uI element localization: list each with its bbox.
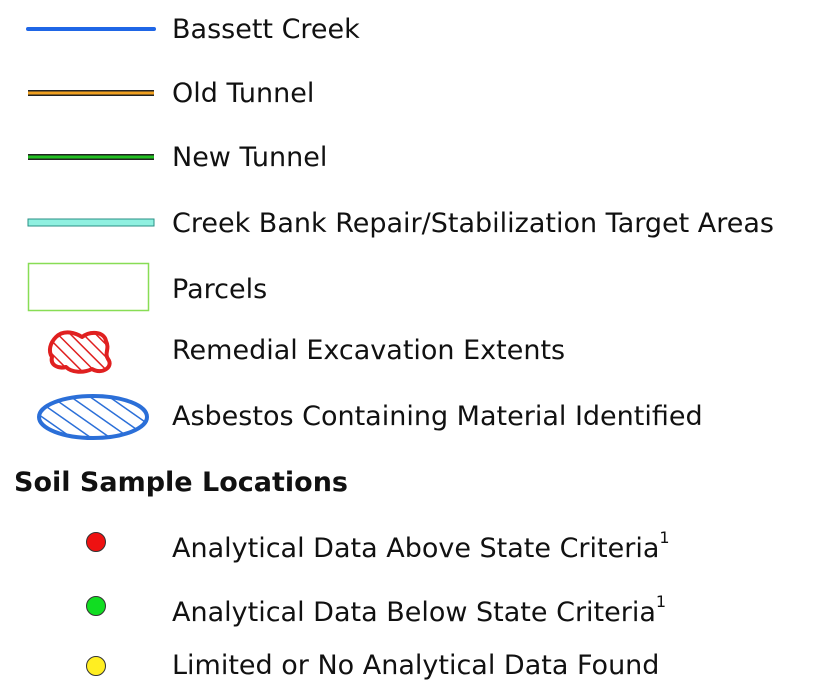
legend-item-asbestos: Asbestos Containing Material Identified xyxy=(0,389,829,445)
legend-item-remedial-excavation: Remedial Excavation Extents xyxy=(0,323,829,379)
cyan-band-icon xyxy=(27,218,155,227)
legend-item-parcels: Parcels xyxy=(0,262,829,318)
sample-item-limited-data: Limited or No Analytical Data Found xyxy=(0,638,829,694)
parcel-rectangle-icon xyxy=(27,262,150,312)
yellow-dot-icon xyxy=(86,656,106,676)
blue-hatched-ellipse-icon xyxy=(37,394,149,440)
footnote-marker: 1 xyxy=(655,592,667,611)
legend-item-label: New Tunnel xyxy=(172,142,328,173)
legend-item-label: Old Tunnel xyxy=(172,78,315,109)
footnote-marker: 1 xyxy=(659,528,670,547)
legend-item-label: Remedial Excavation Extents xyxy=(172,335,566,366)
green-line-icon xyxy=(28,154,154,160)
orange-line-icon xyxy=(28,90,154,96)
sample-item-text: Limited or No Analytical Data Found xyxy=(172,650,660,681)
sample-item-label: Analytical Data Below State Criteria1 xyxy=(172,578,666,634)
sample-item-above-criteria: Analytical Data Above State Criteria1 xyxy=(0,514,829,570)
legend-item-label: Asbestos Containing Material Identified xyxy=(172,401,703,432)
sample-item-text: Analytical Data Below State Criteria xyxy=(172,597,656,628)
legend-item-label: Bassett Creek xyxy=(172,14,360,45)
sample-item-label: Analytical Data Above State Criteria1 xyxy=(172,514,670,570)
sample-item-label: Limited or No Analytical Data Found xyxy=(172,638,659,694)
legend-item-bassett-creek: Bassett Creek xyxy=(0,2,829,58)
red-dot-icon xyxy=(86,532,106,552)
legend-item-creek-bank-repair: Creek Bank Repair/Stabilization Target A… xyxy=(0,196,829,252)
sample-item-text: Analytical Data Above State Criteria xyxy=(172,533,660,564)
sample-item-below-criteria: Analytical Data Below State Criteria1 xyxy=(0,578,829,634)
legend-item-old-tunnel: Old Tunnel xyxy=(0,66,829,122)
legend-item-label: Parcels xyxy=(172,274,268,305)
red-hatched-polygon-icon xyxy=(47,330,112,374)
legend-item-label: Creek Bank Repair/Stabilization Target A… xyxy=(172,208,774,239)
section-title-soil-samples: Soil Sample Locations xyxy=(14,467,348,498)
legend-item-new-tunnel: New Tunnel xyxy=(0,130,829,186)
blue-line-icon xyxy=(26,27,156,31)
map-legend: Bassett Creek Old Tunnel New Tunnel Cree… xyxy=(0,0,829,694)
green-dot-icon xyxy=(86,596,106,616)
